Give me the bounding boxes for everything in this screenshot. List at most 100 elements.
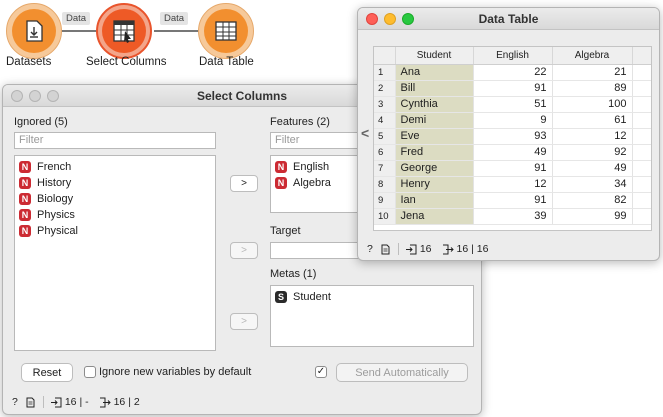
algebra-cell: 49 — [552, 160, 633, 177]
data-table[interactable]: Student English Algebra 1 Ana 22 21 2 Bill 91… — [374, 47, 651, 225]
column-header-english[interactable]: English — [473, 47, 553, 65]
output-summary: 16 | 2 — [113, 396, 140, 408]
node-label-select-columns: Select Columns — [86, 56, 167, 68]
row-number[interactable]: 5 — [374, 128, 396, 145]
input-data-icon — [405, 244, 417, 254]
english-cell: 51 — [473, 96, 553, 113]
list-item[interactable]: N French — [15, 159, 215, 175]
column-header-student[interactable]: Student — [395, 47, 474, 65]
metas-list[interactable]: S Student — [270, 285, 474, 347]
numeric-type-icon: N — [19, 161, 31, 173]
ignored-label: Ignored (5) — [14, 116, 68, 128]
algebra-cell: 34 — [552, 176, 633, 193]
english-cell: 91 — [473, 192, 553, 209]
variable-name: English — [293, 161, 330, 173]
list-item[interactable]: N History — [15, 175, 215, 191]
output-data-icon — [99, 397, 111, 407]
link-select-datatable[interactable] — [154, 30, 204, 32]
table-icon — [215, 21, 237, 41]
table-row[interactable]: 3 Cynthia 51 100 — [374, 96, 651, 113]
send-automatically-checkbox[interactable]: ✓ — [315, 366, 327, 378]
list-item[interactable]: N Physics — [15, 207, 215, 223]
english-cell: 49 — [473, 144, 553, 161]
table-row[interactable]: 1 Ana 22 21 — [374, 64, 651, 81]
table-row[interactable]: 6 Fred 49 92 — [374, 144, 651, 161]
report-icon[interactable] — [26, 397, 35, 408]
row-number[interactable]: 9 — [374, 192, 396, 209]
variable-name: French — [37, 161, 72, 173]
metas-label: Metas (1) — [270, 268, 317, 280]
input-summary: 16 | - — [64, 396, 89, 408]
table-row[interactable]: 4 Demi 9 61 — [374, 112, 651, 129]
input-summary: 16 — [419, 243, 432, 255]
ignore-new-label: Ignore new variables by default — [99, 366, 252, 378]
numeric-type-icon: N — [19, 193, 31, 205]
row-number[interactable]: 4 — [374, 112, 396, 129]
target-label: Target — [270, 225, 301, 237]
english-cell: 91 — [473, 80, 553, 97]
ignored-list[interactable]: N French N History N Biology N Physics N Phys… — [14, 155, 216, 351]
ignored-filter-input[interactable]: Filter — [14, 132, 216, 149]
node-datasets[interactable] — [6, 3, 62, 59]
window-title: Data Table — [478, 12, 539, 26]
row-number[interactable]: 8 — [374, 176, 396, 193]
variable-name: Student — [293, 291, 331, 303]
row-number[interactable]: 6 — [374, 144, 396, 161]
table-row[interactable]: 5 Eve 93 12 — [374, 128, 651, 145]
student-cell: Henry — [395, 176, 474, 193]
help-icon[interactable]: ? — [367, 243, 373, 255]
input-data-icon — [50, 397, 62, 407]
output-data-icon — [442, 244, 454, 254]
numeric-type-icon: N — [275, 177, 287, 189]
variable-name: Biology — [37, 193, 74, 205]
status-bar: ? 16 16 | 16 — [367, 243, 488, 255]
table-row[interactable]: 8 Henry 12 34 — [374, 176, 651, 193]
string-type-icon: S — [275, 291, 287, 303]
algebra-cell: 12 — [552, 128, 633, 145]
list-item[interactable]: N Physical — [15, 223, 215, 239]
student-cell: Ana — [395, 64, 474, 81]
data-table-window: Data Table < Student English Algebra 1 An… — [357, 7, 660, 261]
table-row[interactable]: 2 Bill 91 89 — [374, 80, 651, 97]
algebra-cell: 21 — [552, 64, 633, 81]
student-cell: George — [395, 160, 474, 177]
column-header-algebra[interactable]: Algebra — [552, 47, 633, 65]
variable-name: Physics — [37, 209, 75, 221]
numeric-type-icon: N — [19, 177, 31, 189]
ignore-new-checkbox[interactable] — [84, 366, 96, 378]
row-number[interactable]: 7 — [374, 160, 396, 177]
node-select-columns[interactable] — [96, 3, 152, 59]
table-row[interactable]: 10 Jena 39 99 — [374, 208, 651, 225]
student-cell: Cynthia — [395, 96, 474, 113]
variable-name: Algebra — [293, 177, 331, 189]
report-icon[interactable] — [381, 244, 390, 255]
table-frame: Student English Algebra 1 Ana 22 21 2 Bill 91… — [373, 46, 652, 231]
corner-cell[interactable] — [374, 47, 396, 65]
table-row[interactable]: 7 George 91 49 — [374, 160, 651, 177]
select-columns-icon — [113, 20, 135, 43]
english-cell: 12 — [473, 176, 553, 193]
move-to-target-button[interactable]: > — [230, 242, 258, 259]
list-item[interactable]: N Biology — [15, 191, 215, 207]
algebra-cell: 82 — [552, 192, 633, 209]
table-row[interactable]: 9 Ian 91 82 — [374, 192, 651, 209]
link-label-1: Data — [62, 12, 91, 25]
row-number[interactable]: 1 — [374, 64, 396, 81]
numeric-type-icon: N — [275, 161, 287, 173]
move-to-metas-button[interactable]: > — [230, 313, 258, 330]
list-item[interactable]: S Student — [271, 289, 473, 305]
row-number[interactable]: 10 — [374, 208, 396, 225]
node-data-table[interactable] — [198, 3, 254, 59]
data-table-titlebar: Data Table — [358, 8, 659, 30]
student-cell: Eve — [395, 128, 474, 145]
row-number[interactable]: 3 — [374, 96, 396, 113]
row-number[interactable]: 2 — [374, 80, 396, 97]
english-cell: 93 — [473, 128, 553, 145]
english-cell: 9 — [473, 112, 553, 129]
features-label: Features (2) — [270, 116, 330, 128]
help-icon[interactable]: ? — [12, 396, 18, 408]
reset-button[interactable]: Reset — [21, 363, 73, 382]
move-to-features-button[interactable]: > — [230, 175, 258, 192]
collapse-arrow-button[interactable]: < — [361, 125, 369, 141]
send-automatically-button[interactable]: Send Automatically — [336, 363, 468, 382]
